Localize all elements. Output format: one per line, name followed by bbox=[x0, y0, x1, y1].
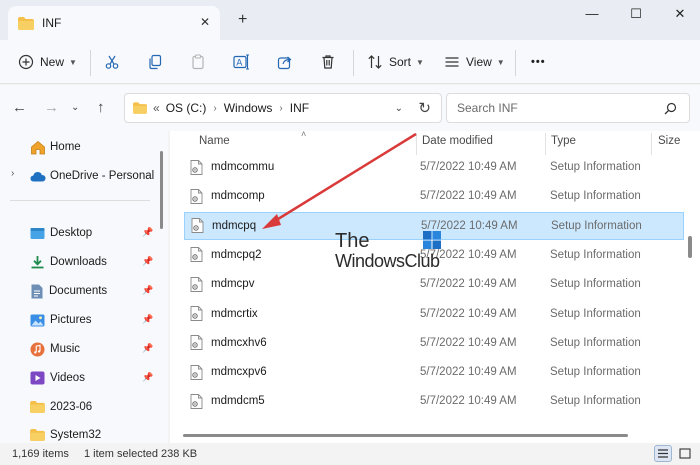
status-bar: 1,169 items 1 item selected 238 KB bbox=[0, 443, 700, 465]
selection-info: 1 item selected 238 KB bbox=[84, 448, 198, 460]
item-count: 1,169 items bbox=[12, 448, 69, 460]
tiles-view-button[interactable] bbox=[676, 445, 694, 462]
annotation-arrow bbox=[262, 132, 417, 229]
view-toggle bbox=[654, 445, 694, 462]
details-view-button[interactable] bbox=[654, 445, 672, 462]
tiles-view-icon bbox=[679, 448, 691, 459]
details-view-icon bbox=[658, 449, 668, 458]
